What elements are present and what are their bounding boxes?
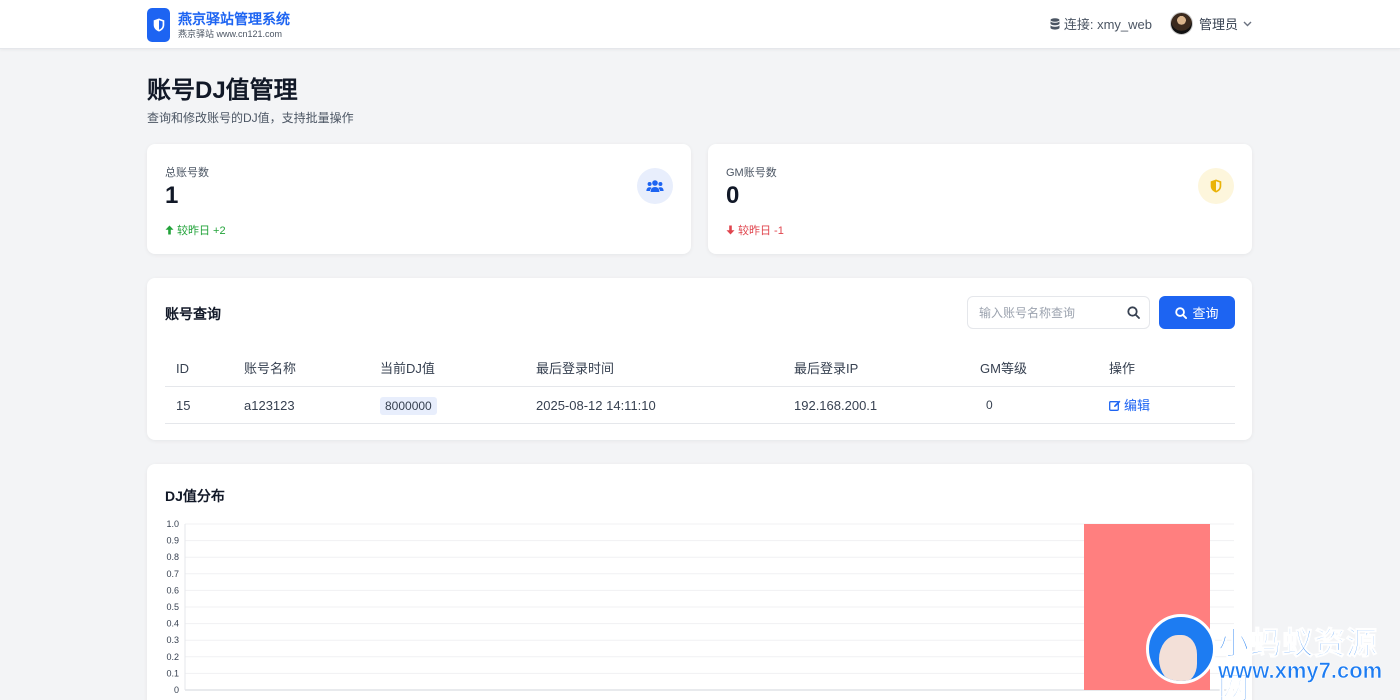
connection-status: 连接: xmy_web xyxy=(1050,14,1152,33)
accounts-table: ID 账号名称 当前DJ值 最后登录时间 最后登录IP GM等级 操作 15 a… xyxy=(165,350,1235,424)
search-input[interactable] xyxy=(968,297,1118,328)
column-header-dj: 当前DJ值 xyxy=(380,361,435,376)
y-tick-label: 0.6 xyxy=(166,585,179,595)
stat-value: 0 xyxy=(726,182,740,209)
y-tick-label: 0.8 xyxy=(166,552,179,562)
table-row: 15 a123123 8000000 2025-08-12 14:11:10 1… xyxy=(165,387,1235,424)
edit-button[interactable]: 编辑 xyxy=(1109,387,1150,424)
ant-mascot-logo-icon xyxy=(1146,614,1216,684)
stat-value: 1 xyxy=(165,182,179,209)
search-icon xyxy=(1175,306,1188,319)
shield-logo-icon xyxy=(147,8,170,42)
avatar[interactable] xyxy=(1169,12,1193,35)
stat-change: 较昨日 +2 xyxy=(165,222,226,238)
edit-icon xyxy=(1109,400,1121,411)
cell-ip: 192.168.200.1 xyxy=(794,398,878,413)
cell-name: a123123 xyxy=(244,398,295,413)
y-tick-label: 0.3 xyxy=(166,635,179,645)
brand-title: 燕京驿站管理系统 xyxy=(178,11,290,27)
brand[interactable]: 燕京驿站管理系统 燕京驿站 www.cn121.com xyxy=(147,8,290,42)
column-header-name: 账号名称 xyxy=(244,361,297,376)
y-tick-label: 0.1 xyxy=(166,668,179,678)
dj-distribution-card: DJ值分布 0 0.1 0.2 0.3 0.4 0.5 0.6 0.7 0.8 0.9 1.0 xyxy=(147,464,1252,700)
page-title: 账号DJ值管理 xyxy=(147,77,298,104)
user-name: 管理员 xyxy=(1198,17,1238,32)
arrow-down-icon xyxy=(726,225,735,235)
column-header-id: ID xyxy=(176,361,189,376)
y-tick-label: 0 xyxy=(174,685,179,695)
y-tick-label: 1.0 xyxy=(166,519,179,529)
query-button[interactable]: 查询 xyxy=(1159,296,1235,329)
search-box xyxy=(967,296,1150,329)
dj-distribution-chart: 0 0.1 0.2 0.3 0.4 0.5 0.6 0.7 0.8 0.9 1.0 xyxy=(166,519,1234,695)
brand-subtitle: 燕京驿站 www.cn121.com xyxy=(178,29,283,39)
shield-icon xyxy=(1210,179,1222,193)
cell-gm: 0 xyxy=(986,398,993,412)
column-header-last-login: 最后登录时间 xyxy=(536,361,615,376)
watermark: 小蚂蚁资源网 www.xmy7.com xyxy=(1146,614,1400,700)
connection-label: 连接: xmy_web xyxy=(1063,17,1152,32)
section-title: 账号查询 xyxy=(165,306,221,322)
database-icon xyxy=(1050,17,1060,30)
table-header-row: ID 账号名称 当前DJ值 最后登录时间 最后登录IP GM等级 操作 xyxy=(165,350,1235,387)
arrow-up-icon xyxy=(165,225,174,235)
cell-id: 15 xyxy=(176,398,191,413)
chevron-down-icon xyxy=(1243,21,1252,26)
stat-card-gm-accounts: GM账号数 0 较昨日 -1 xyxy=(708,144,1252,254)
account-query-card: 账号查询 查询 ID 账号名称 当前DJ值 最后登录时间 最后登录IP GM等级… xyxy=(147,278,1252,440)
y-tick-label: 0.2 xyxy=(166,652,179,662)
y-tick-label: 0.9 xyxy=(166,536,179,546)
y-tick-label: 0.7 xyxy=(166,569,179,579)
column-header-gm: GM等级 xyxy=(980,361,1027,376)
stat-icon-shield xyxy=(1198,168,1234,204)
page-description: 查询和修改账号的DJ值，支持批量操作 xyxy=(147,111,354,125)
stat-label: 总账号数 xyxy=(165,167,209,179)
search-icon[interactable] xyxy=(1127,306,1140,319)
watermark-url: www.xmy7.com xyxy=(1218,658,1383,684)
y-tick-label: 0.4 xyxy=(166,619,179,629)
cell-last-login: 2025-08-12 14:11:10 xyxy=(536,398,656,413)
y-tick-label: 0.5 xyxy=(166,602,179,612)
column-header-action: 操作 xyxy=(1109,361,1136,376)
cell-action: 编辑 xyxy=(1109,387,1150,426)
column-header-ip: 最后登录IP xyxy=(794,361,859,376)
user-menu[interactable]: 管理员 xyxy=(1169,12,1252,35)
stat-label: GM账号数 xyxy=(726,167,777,179)
stat-change: 较昨日 -1 xyxy=(726,222,784,238)
stat-icon-users xyxy=(637,168,673,204)
dj-value-badge: 8000000 xyxy=(380,397,437,415)
stat-card-total-accounts: 总账号数 1 较昨日 +2 xyxy=(147,144,691,254)
cell-dj: 8000000 xyxy=(380,387,437,424)
top-navbar: 燕京驿站管理系统 燕京驿站 www.cn121.com 连接: xmy_web … xyxy=(0,0,1400,49)
users-icon xyxy=(646,180,664,192)
